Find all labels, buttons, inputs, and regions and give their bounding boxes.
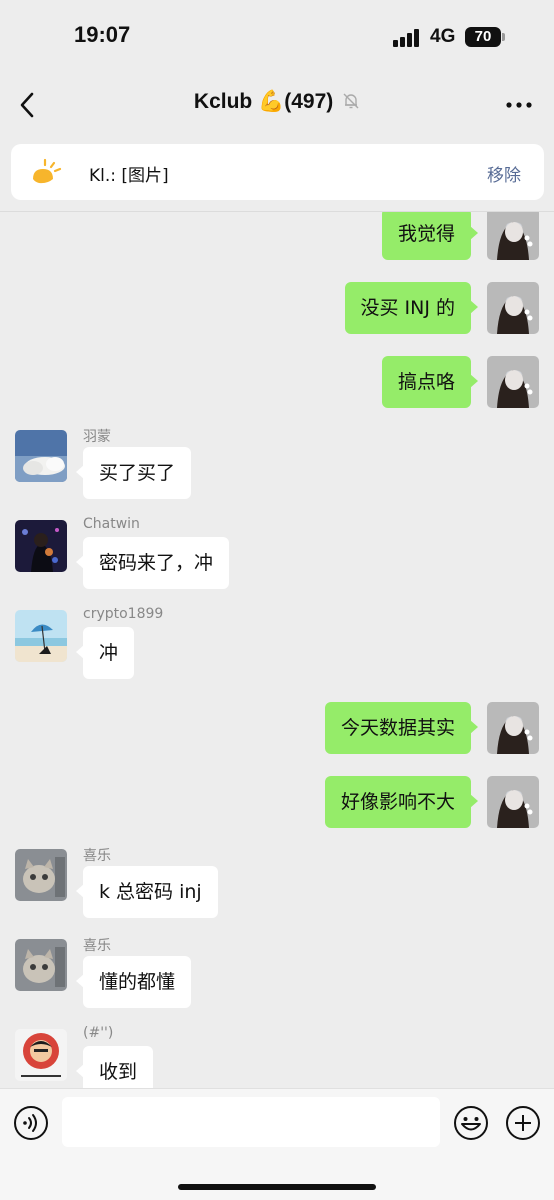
sender-name: 喜乐 (83, 848, 111, 864)
sender-name: Chatwin (83, 516, 140, 532)
bell-muted-icon (343, 93, 359, 109)
my-avatar[interactable] (487, 776, 539, 828)
message-bubble[interactable]: 搞点咯 (381, 356, 479, 408)
remove-pinned-button[interactable]: 移除 (487, 161, 521, 186)
voice-button[interactable] (13, 1105, 49, 1141)
sender-avatar[interactable] (15, 939, 67, 991)
message-bubble[interactable]: 没买 INJ 的 (344, 282, 478, 334)
message-bubble[interactable]: 密码来了，冲 (75, 537, 230, 589)
message-bubble[interactable]: 收到 (75, 1046, 154, 1088)
message-bubble[interactable]: 冲 (75, 627, 135, 679)
message-input[interactable] (62, 1097, 440, 1147)
sender-avatar[interactable] (15, 520, 67, 572)
signal-icon (393, 29, 421, 47)
pinned-sun-icon (29, 157, 63, 187)
pinned-text: Kl.: [图片] (89, 166, 169, 186)
more-dots-icon (506, 102, 532, 108)
sender-avatar[interactable] (15, 610, 67, 662)
sender-avatar[interactable] (15, 430, 67, 482)
plus-button[interactable] (505, 1105, 541, 1141)
sender-avatar[interactable] (15, 1029, 67, 1081)
my-avatar[interactable] (487, 282, 539, 334)
sender-name: 喜乐 (83, 938, 111, 954)
more-button[interactable] (504, 92, 534, 118)
sender-avatar[interactable] (15, 849, 67, 901)
voice-icon (14, 1106, 48, 1140)
message-bubble[interactable]: 我觉得 (381, 212, 479, 260)
status-time: 19:07 (74, 22, 131, 47)
pinned-message-bar[interactable]: Kl.: [图片] 移除 (11, 144, 544, 200)
my-avatar[interactable] (487, 212, 539, 260)
message-list[interactable]: 我觉得 没买 INJ 的 搞点咯 羽蒙 买了买了 Chatwin 密码来了，冲 (0, 212, 554, 1088)
sender-name: (#'') (83, 1025, 114, 1041)
battery-tip (502, 33, 505, 41)
home-indicator (178, 1184, 376, 1190)
emoji-button[interactable] (453, 1105, 489, 1141)
plus-icon (506, 1106, 540, 1140)
message-bubble[interactable]: 买了买了 (75, 447, 192, 499)
message-bubble[interactable]: 今天数据其实 (324, 702, 479, 754)
message-bubble[interactable]: k 总密码 inj (76, 866, 218, 918)
my-avatar[interactable] (487, 356, 539, 408)
input-bar (0, 1088, 554, 1200)
chat-header: Kclub 💪(497) (0, 74, 554, 136)
status-bar: 19:07 4G 70 (0, 0, 554, 74)
sender-name: 羽蒙 (83, 429, 111, 445)
my-avatar[interactable] (487, 702, 539, 754)
network-type: 4G (430, 26, 456, 47)
battery-icon: 70 (465, 27, 501, 47)
message-bubble[interactable]: 好像影响不大 (324, 776, 479, 828)
chat-title: Kclub 💪(497) (0, 90, 554, 114)
chat-title-text: Kclub 💪(497) (193, 90, 334, 113)
emoji-icon (454, 1106, 488, 1140)
sender-name: crypto1899 (83, 606, 164, 622)
message-bubble[interactable]: 懂的都懂 (75, 956, 192, 1008)
